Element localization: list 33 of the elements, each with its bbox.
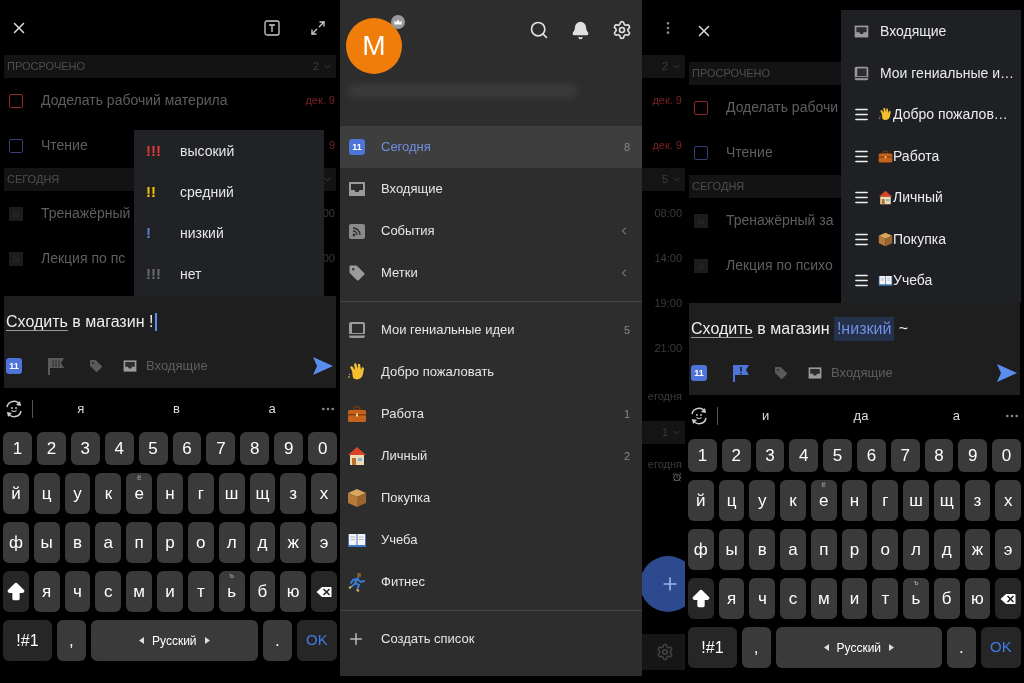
list-name: Покупка [893, 229, 946, 249]
list-name: Учеба [893, 271, 933, 291]
task-date: 9 [328, 138, 335, 154]
task-time: 21:00 [654, 341, 682, 357]
task-date: дек. 9 [652, 93, 682, 109]
priority-label: нет [180, 265, 202, 284]
section-title: СЕГОДНЯ [7, 172, 60, 188]
task-time: 14:00 [654, 251, 682, 267]
priority-mark: !!! [146, 264, 162, 285]
item-count: 8 [623, 139, 630, 155]
priority-label: средний [180, 183, 234, 202]
task-date: дек. 9 [305, 93, 335, 109]
list-name: Мои гениальные и… [880, 63, 1014, 83]
section-title: СЕГОДНЯ [692, 179, 745, 195]
list-name: Входящие [880, 22, 947, 42]
priority-label: высокий [180, 142, 235, 161]
item-count: 1 [623, 406, 630, 422]
priority-label: низкий [180, 224, 224, 243]
task-note: егодня [647, 388, 682, 404]
task-time: 08:00 [654, 206, 682, 222]
item-count: 2 [623, 448, 630, 464]
priority-mark: !! [146, 182, 157, 203]
section-title: ПРОСРОЧЕНО [7, 59, 86, 75]
priority-mark: ! [146, 223, 152, 244]
list-name: Работа [893, 146, 940, 166]
item-count: 5 [623, 322, 630, 338]
task-date: дек. 9 [652, 138, 682, 154]
list-name: Личный [893, 188, 943, 208]
section-title: ПРОСРОЧЕНО [692, 66, 771, 82]
task-note: егодня [647, 456, 682, 472]
list-name: Добро пожалов… [893, 105, 1008, 125]
priority-mark: !!! [146, 141, 162, 162]
task-time: 19:00 [654, 296, 682, 312]
